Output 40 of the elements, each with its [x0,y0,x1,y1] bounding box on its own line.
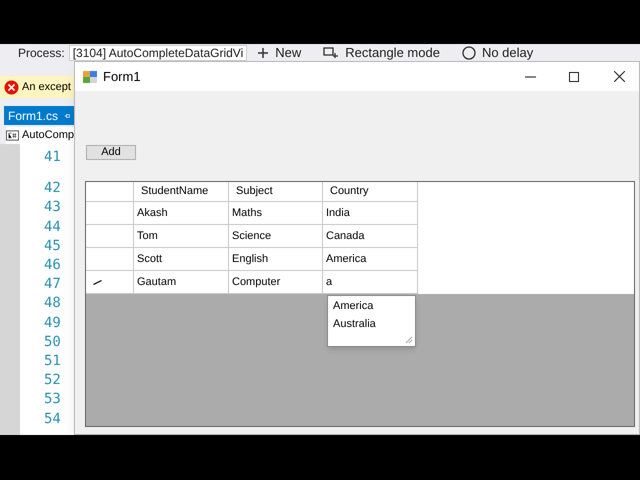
line-number: 42 [44,179,61,198]
pencil-icon [93,280,102,284]
process-label: Process: [18,44,65,62]
line-number: 49 [44,314,61,333]
line-number: 52 [44,371,61,390]
suggestion-item[interactable]: America [328,297,415,315]
form-icon [83,70,97,82]
toolbar-button[interactable]: Rectangle mode [319,44,444,62]
line-number: 44 [44,218,61,237]
toolbar-button[interactable]: New [253,44,306,62]
file-tab[interactable]: Form1.cs [4,106,74,125]
rectangle-icon [323,46,340,58]
error-message: An except [22,80,71,95]
pin-icon[interactable] [64,112,70,120]
line-number: 43 [44,198,61,218]
toolbar-button[interactable]: No delay [458,44,538,62]
line-number: 53 [44,390,61,410]
line-number: 50 [44,332,61,352]
line-number: 41 [44,148,61,167]
window-title: Form1 [103,68,142,86]
line-number: 45 [44,236,61,256]
table-cell: Gautam [134,271,229,294]
line-number: 51 [44,352,61,372]
row-header[interactable] [86,271,134,294]
resize-grip-icon[interactable] [405,336,413,344]
suggestion-item[interactable]: Australia [328,315,415,333]
cell-input[interactable]: a [323,271,418,294]
line-number: 48 [44,294,61,314]
line-number: 46 [44,256,61,276]
add-button[interactable]: Add [86,145,136,160]
process-dropdown[interactable]: [3104] AutoCompleteDataGridVi [68,44,248,60]
maximize-icon[interactable] [569,72,579,82]
line-number: 54 [44,410,61,429]
line-number: 47 [44,275,61,294]
plus-icon [257,46,270,58]
close-icon[interactable] [614,71,625,82]
table-cell: Computer [229,271,323,294]
error-icon [4,80,19,94]
circle-icon [462,46,476,60]
minimize-icon[interactable] [525,76,536,78]
